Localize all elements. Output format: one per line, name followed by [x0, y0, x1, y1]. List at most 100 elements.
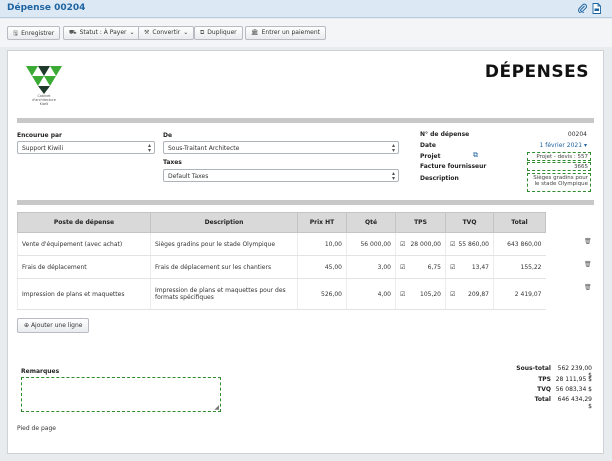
trash-icon[interactable]: 🗑 — [584, 238, 592, 245]
tvq-cell: ☑ 55 860,00 — [445, 232, 494, 256]
add-line-label: Ajouter une ligne — [30, 322, 83, 329]
column-header: TVQ — [445, 212, 494, 233]
taxes-label: Taxes — [163, 159, 182, 166]
total-cell: 2 419,07 — [493, 278, 546, 310]
total-cell: 643 860,00 — [493, 232, 546, 256]
poste-cell[interactable]: Frais de déplacement — [17, 255, 151, 279]
status-label: Statut : À Payer — [79, 29, 127, 36]
taxes-value: Default Taxes — [168, 173, 209, 180]
poste-cell[interactable]: Impression de plans et maquettes — [17, 278, 151, 310]
facture-field[interactable]: 3665 — [527, 162, 591, 171]
remarks-label: Remarques — [21, 368, 60, 375]
description-label: Description — [420, 175, 459, 182]
select-arrows-icon: ▴ ▾ — [391, 170, 395, 182]
chevron-down-icon: ⌄ — [183, 29, 189, 36]
tps-value: 6,75 — [427, 263, 441, 271]
select-arrows-icon: ▴ ▾ — [147, 142, 151, 154]
save-label: Enregistrer — [21, 30, 55, 37]
projet-value: Projet - devis : 557 — [536, 154, 588, 160]
tps-checkbox[interactable]: ☑ — [400, 291, 405, 298]
resize-handle-icon[interactable]: ◢ — [214, 404, 219, 411]
description-value: Sièges gradins pour le stade Olympique — [533, 175, 588, 187]
tps-cell: ☑ 28 000,00 — [395, 232, 446, 256]
tps-total-value: 28 111,95 $ — [555, 376, 592, 383]
tvq-value: 13,47 — [471, 263, 489, 271]
section-divider — [17, 200, 594, 205]
convert-dropdown[interactable]: ⚒ Convertir ⌄ — [138, 26, 195, 40]
description-cell[interactable]: Impression de plans et maquettes pour de… — [150, 278, 298, 310]
bank-icon: 🏛 — [251, 29, 259, 36]
car-icon: ⛟ — [69, 29, 77, 36]
column-header: Poste de dépense — [17, 212, 151, 233]
expense-number-label: N° de dépense — [420, 131, 470, 138]
date-picker[interactable]: 1 février 2021 ▾ — [540, 142, 588, 149]
de-select[interactable]: Sous-Traitant Architecte ▴ ▾ — [163, 141, 399, 154]
plus-circle-icon: ⊕ — [24, 322, 30, 329]
tvq-total-label: TVQ — [537, 386, 551, 393]
tps-cell: ☑ 6,75 — [395, 255, 446, 279]
logo-caption: Cabinet d'architecture Kiwili — [23, 94, 65, 106]
page-footer: Pied de page — [17, 425, 56, 432]
status-dropdown[interactable]: ⛟ Statut : À Payer ⌄ — [63, 26, 141, 40]
prix-cell[interactable]: 10,00 — [297, 232, 347, 256]
encourue-select[interactable]: Support Kiwili ▴ ▾ — [17, 141, 155, 154]
chevron-down-icon: ⌄ — [129, 29, 135, 36]
document-title: DÉPENSES — [484, 62, 589, 82]
taxes-select[interactable]: Default Taxes ▴ ▾ — [163, 169, 399, 182]
tvq-value: 55 860,00 — [458, 240, 489, 248]
trash-icon[interactable]: 🗑 — [584, 261, 592, 268]
tps-cell: ☑ 105,20 — [395, 278, 446, 310]
subtotal-label: Sous-total — [516, 365, 551, 372]
pdf-icon[interactable] — [592, 3, 601, 17]
save-icon: 🖫 — [13, 30, 19, 37]
tvq-checkbox[interactable]: ☑ — [450, 264, 455, 271]
window-titlebar: Dépense 00204 — [0, 0, 612, 18]
facture-label: Facture fournisseur — [420, 163, 487, 170]
tvq-checkbox[interactable]: ☑ — [450, 291, 455, 298]
wand-icon: ⚒ — [144, 29, 150, 36]
prix-cell[interactable]: 526,00 — [297, 278, 347, 310]
description-cell[interactable]: Sièges gradins pour le stade Olympique — [150, 232, 298, 256]
qte-cell[interactable]: 4,00 — [346, 278, 396, 310]
remarks-textarea[interactable]: ◢ — [21, 377, 221, 412]
tps-total-label: TPS — [538, 376, 551, 383]
tvq-checkbox[interactable]: ☑ — [450, 241, 455, 248]
expense-lines-table: Poste de dépense Description Prix HT Qté… — [17, 212, 546, 310]
description-cell[interactable]: Frais de déplacement sur les chantiers — [150, 255, 298, 279]
tps-checkbox[interactable]: ☑ — [400, 241, 405, 248]
grand-total-value: 646 434,29 $ — [557, 396, 592, 410]
prix-cell[interactable]: 45,00 — [297, 255, 347, 279]
trash-icon[interactable]: 🗑 — [584, 284, 592, 291]
de-value: Sous-Traitant Architecte — [168, 145, 240, 152]
qte-cell[interactable]: 3,00 — [346, 255, 396, 279]
add-line-button[interactable]: ⊕ Ajouter une ligne — [17, 318, 90, 333]
tvq-total-value: 56 083,34 $ — [555, 386, 592, 393]
tps-checkbox[interactable]: ☑ — [400, 264, 405, 271]
logo-caption-line: Kiwili — [39, 102, 49, 106]
encourue-label: Encourue par — [17, 132, 63, 139]
payment-button[interactable]: 🏛 Entrer un paiement — [245, 26, 327, 40]
tvq-value: 209,87 — [468, 290, 489, 298]
payment-label: Entrer un paiement — [261, 29, 321, 36]
duplicate-button[interactable]: ⧉ Dupliquer — [194, 26, 243, 40]
date-label: Date — [420, 142, 436, 149]
convert-label: Convertir — [152, 29, 181, 36]
description-field[interactable]: Sièges gradins pour le stade Olympique — [527, 173, 591, 192]
duplicate-label: Dupliquer — [207, 29, 237, 36]
window-title: Dépense 00204 — [7, 3, 86, 13]
expense-number-value: 00204 — [567, 131, 587, 138]
save-button[interactable]: 🖫 Enregistrer — [7, 26, 61, 40]
table-row: Vente d'équipement (avec achat) Sièges g… — [17, 232, 546, 256]
total-cell: 155,22 — [493, 255, 546, 279]
caret-down-icon: ▾ — [583, 142, 587, 149]
paperclip-icon[interactable] — [578, 3, 587, 16]
table-header-row: Poste de dépense Description Prix HT Qté… — [17, 212, 546, 233]
poste-cell[interactable]: Vente d'équipement (avec achat) — [17, 232, 151, 256]
projet-label: Projet — [420, 153, 441, 160]
qte-cell[interactable]: 56 000,00 — [346, 232, 396, 256]
external-link-icon[interactable]: ⧉ — [473, 151, 478, 160]
tps-value: 28 000,00 — [410, 240, 441, 248]
projet-field[interactable]: Projet - devis : 557 — [527, 152, 591, 161]
grand-total-label: Total — [534, 396, 551, 403]
column-header: Qté — [346, 212, 396, 233]
